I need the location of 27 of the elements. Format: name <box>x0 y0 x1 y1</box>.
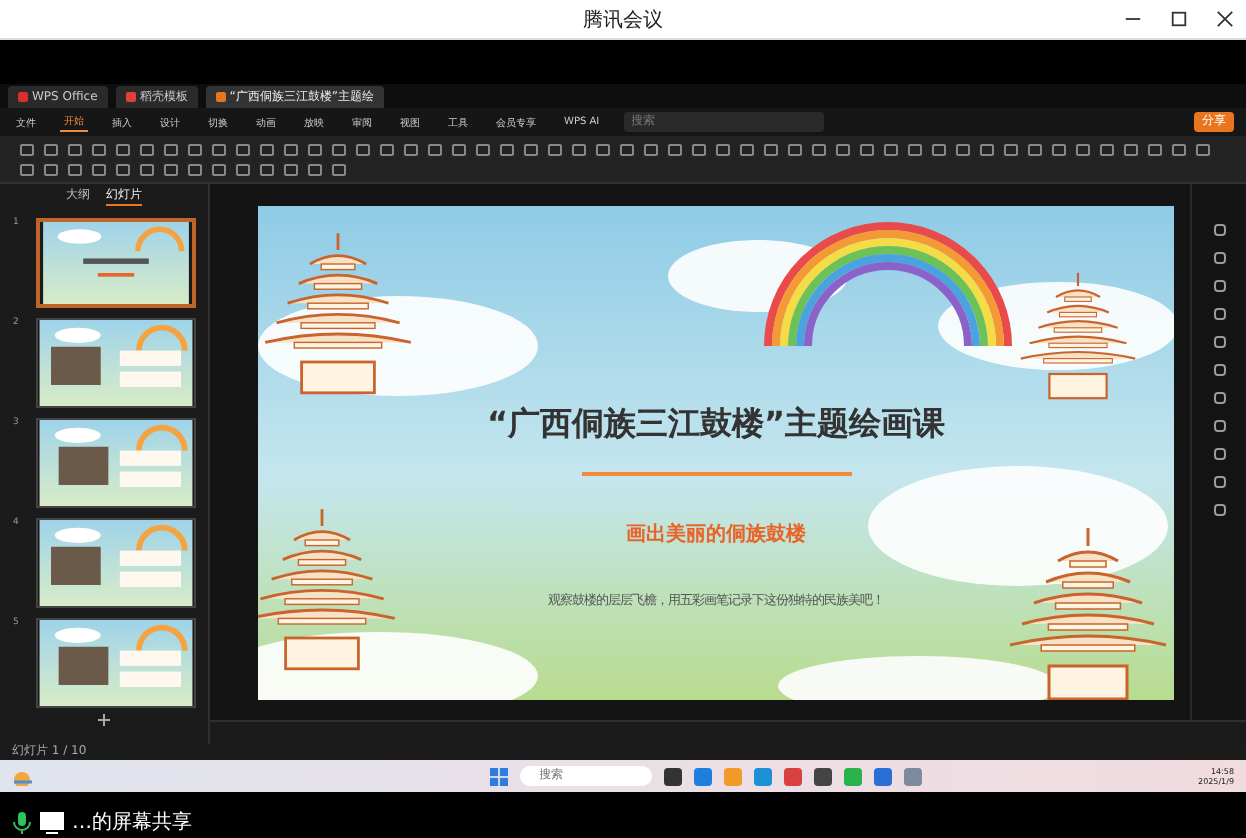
side-tool-icon[interactable] <box>1213 448 1225 460</box>
slide-thumbnail[interactable] <box>35 618 195 708</box>
slide-title: “广西侗族三江鼓楼”主题绘画课 <box>486 404 946 446</box>
sharing-label: …的屏幕共享 <box>72 809 192 836</box>
slide-thumbnail[interactable] <box>35 218 195 308</box>
close-icon[interactable] <box>1216 10 1234 28</box>
slide-thumbnail[interactable] <box>35 318 195 408</box>
side-tool-icon[interactable] <box>1213 504 1225 516</box>
slide-thumbnail[interactable] <box>35 418 195 508</box>
window-title: 腾讯会议 <box>583 7 663 33</box>
weather-icon[interactable] <box>12 767 32 785</box>
side-tool-icon[interactable] <box>1213 308 1225 320</box>
side-tool-icon[interactable] <box>1213 336 1225 348</box>
add-slide-icon[interactable] <box>98 714 110 726</box>
windows-logo-icon[interactable] <box>489 767 508 785</box>
screen-share-icon <box>40 811 64 833</box>
side-tool-icon[interactable] <box>1213 420 1225 432</box>
side-tool-icon[interactable] <box>1213 224 1225 236</box>
slide-thumbnail[interactable] <box>35 518 195 608</box>
slide-subtitle: 画出美丽的侗族鼓楼 <box>626 520 806 548</box>
microphone-icon[interactable] <box>12 811 32 833</box>
side-tool-icon[interactable] <box>1213 364 1225 376</box>
maximize-icon[interactable] <box>1170 10 1188 28</box>
side-tool-icon[interactable] <box>1213 392 1225 404</box>
side-tool-icon[interactable] <box>1213 252 1225 264</box>
side-tool-icon[interactable] <box>1213 280 1225 292</box>
side-tool-icon[interactable] <box>1213 476 1225 488</box>
